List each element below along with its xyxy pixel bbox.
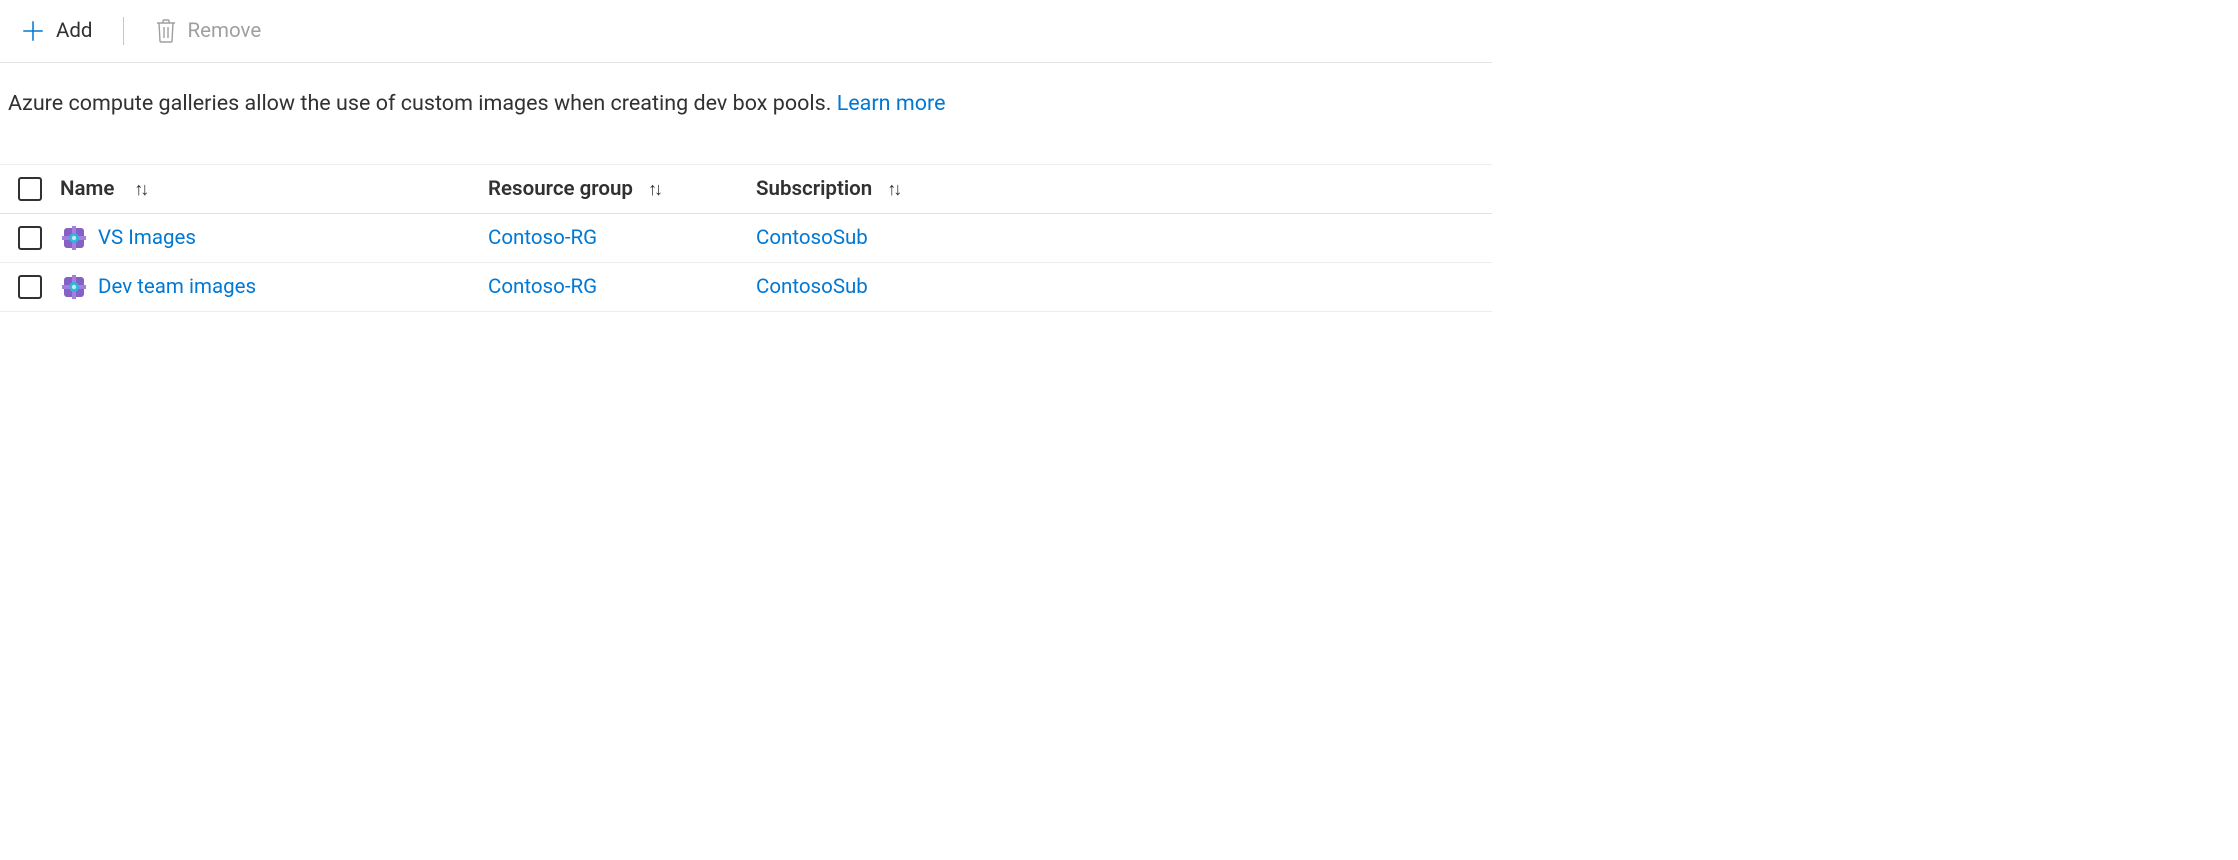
row-checkbox[interactable] [18,275,42,299]
remove-button[interactable]: Remove [148,14,268,48]
resource-group-link[interactable]: Contoso-RG [488,226,597,250]
table-header: Name ↑↓ Resource group ↑↓ Subscription ↑… [0,164,1492,214]
gallery-icon [60,224,88,252]
row-checkbox-cell [0,226,60,250]
galleries-table: Name ↑↓ Resource group ↑↓ Subscription ↑… [0,164,1492,312]
column-header-rg-label: Resource group [488,177,633,201]
select-all-checkbox[interactable] [18,177,42,201]
toolbar: Add Remove [0,0,1492,63]
add-button-label: Add [56,19,93,43]
plus-icon [20,18,46,44]
gallery-name-link[interactable]: VS Images [98,226,196,250]
column-header-subscription[interactable]: Subscription ↑↓ [756,177,1492,201]
gallery-icon [60,273,88,301]
gallery-name-link[interactable]: Dev team images [98,275,256,299]
column-header-resource-group[interactable]: Resource group ↑↓ [488,177,756,201]
description: Azure compute galleries allow the use of… [0,63,1492,164]
toolbar-divider [123,17,124,45]
column-header-name[interactable]: Name ↑↓ [60,177,488,201]
sort-icon: ↑↓ [134,179,146,200]
trash-icon [154,18,178,44]
resource-group-link[interactable]: Contoso-RG [488,275,597,299]
sort-icon: ↑↓ [887,179,899,200]
column-header-name-label: Name [60,177,114,201]
add-button[interactable]: Add [14,14,99,48]
header-checkbox-cell [0,177,60,201]
remove-button-label: Remove [188,19,262,43]
row-checkbox-cell [0,275,60,299]
table-row: Dev team images Contoso-RG ContosoSub [0,263,1492,312]
sort-icon: ↑↓ [648,179,660,200]
description-text: Azure compute galleries allow the use of… [8,91,837,116]
learn-more-link[interactable]: Learn more [837,91,946,116]
page-root: Add Remove Azure compute galleries allow… [0,0,1492,312]
subscription-link[interactable]: ContosoSub [756,226,868,250]
row-checkbox[interactable] [18,226,42,250]
table-row: VS Images Contoso-RG ContosoSub [0,214,1492,263]
subscription-link[interactable]: ContosoSub [756,275,868,299]
column-header-sub-label: Subscription [756,177,872,201]
